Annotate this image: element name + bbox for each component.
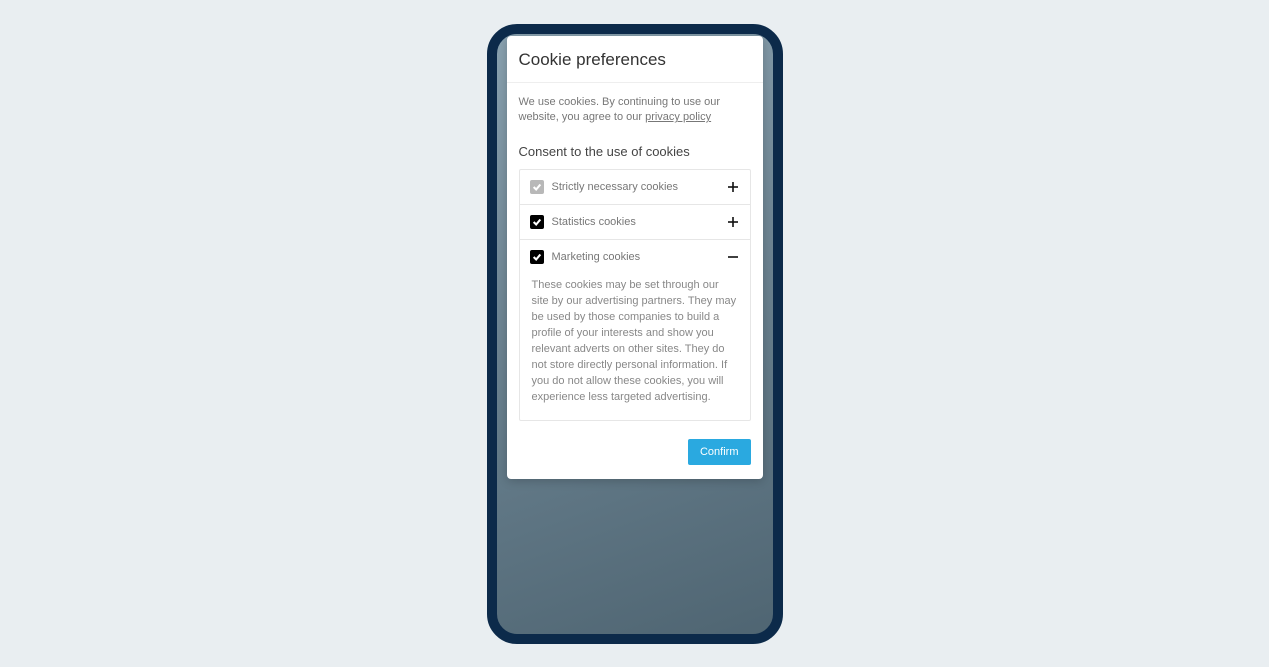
checkbox-statistics[interactable] [530, 215, 544, 229]
label-necessary: Strictly necessary cookies [552, 181, 718, 193]
plus-icon[interactable] [726, 180, 740, 194]
plus-icon[interactable] [726, 215, 740, 229]
minus-icon[interactable] [726, 250, 740, 264]
label-marketing: Marketing cookies [552, 251, 718, 263]
modal-footer: Confirm [507, 429, 763, 479]
checkbox-necessary [530, 180, 544, 194]
intro-text: We use cookies. By continuing to use our… [519, 95, 751, 127]
cookie-accordion: Strictly necessary cookies Statistics co… [519, 169, 751, 421]
privacy-policy-link[interactable]: privacy policy [645, 111, 711, 123]
consent-section-title: Consent to the use of cookies [519, 144, 751, 159]
accordion-header-necessary[interactable]: Strictly necessary cookies [520, 170, 750, 204]
accordion-item-statistics: Statistics cookies [520, 205, 750, 240]
confirm-button[interactable]: Confirm [688, 439, 751, 465]
accordion-item-necessary: Strictly necessary cookies [520, 170, 750, 205]
accordion-header-marketing[interactable]: Marketing cookies [520, 240, 750, 274]
label-statistics: Statistics cookies [552, 216, 718, 228]
accordion-header-statistics[interactable]: Statistics cookies [520, 205, 750, 239]
accordion-item-marketing: Marketing cookies These cookies may be s… [520, 240, 750, 420]
marketing-description: These cookies may be set through our sit… [520, 274, 750, 420]
cookie-preferences-modal: Cookie preferences We use cookies. By co… [507, 36, 763, 479]
modal-title: Cookie preferences [519, 50, 751, 70]
checkbox-marketing[interactable] [530, 250, 544, 264]
phone-frame: Cookie preferences We use cookies. By co… [487, 24, 783, 644]
modal-body: We use cookies. By continuing to use our… [507, 83, 763, 429]
modal-header: Cookie preferences [507, 36, 763, 83]
